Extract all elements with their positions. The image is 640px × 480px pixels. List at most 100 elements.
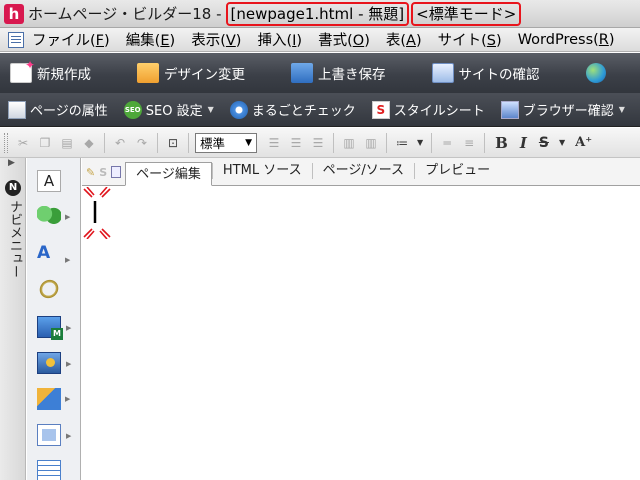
editor-tabs: ✎ S ページ編集 HTML ソース ページ/ソース プレビュー: [82, 158, 640, 186]
toolbar-divider: [188, 132, 189, 153]
bold-button[interactable]: B: [495, 134, 508, 152]
navi-menu-panel[interactable]: ▶ N ナビメニュー: [0, 158, 26, 480]
check-icon: [229, 100, 248, 119]
text-tool-button[interactable]: A: [37, 170, 61, 192]
tab-icons: ✎ S: [82, 159, 125, 185]
toolbar-divider: [431, 132, 433, 153]
paragraph-style-select[interactable]: 標準 ▼: [195, 132, 257, 153]
menu-format[interactable]: 書式(O): [318, 29, 370, 50]
chevron-right-icon: ▶: [66, 360, 72, 368]
redo-icon[interactable]: ↷: [134, 135, 150, 151]
outdent-icon[interactable]: ▥: [363, 135, 379, 151]
page-edit-area[interactable]: [82, 187, 640, 480]
tab-page-edit[interactable]: ページ編集: [125, 162, 212, 186]
tab-html-source[interactable]: HTML ソース: [213, 160, 312, 182]
design-change-button[interactable]: デザイン変更: [137, 63, 245, 83]
publish-button[interactable]: [585, 63, 611, 83]
list-icon[interactable]: ≔: [394, 135, 410, 151]
seo-settings-button[interactable]: SEO SEO 設定 ▼: [123, 100, 214, 119]
shapes-icon[interactable]: ▶: [37, 388, 70, 410]
seo-icon: SEO: [123, 100, 142, 119]
app-title: ホームページ・ビルダー18 -: [28, 5, 222, 23]
align-left-icon[interactable]: ☰: [266, 135, 282, 151]
tab-preview[interactable]: プレビュー: [415, 160, 500, 182]
toolbar-divider: [157, 132, 158, 153]
tool-palette: A ▶ A ▶ M ▶ ▶ ▶ ▶: [27, 158, 81, 480]
undo-icon[interactable]: ↶: [112, 135, 128, 151]
stylesheet-label: スタイルシート: [393, 104, 485, 119]
document-icon[interactable]: [111, 166, 122, 178]
document-icon[interactable]: [8, 31, 24, 48]
text-effect-icon[interactable]: A ▶: [37, 242, 70, 264]
page-attributes-icon: [8, 100, 26, 119]
paragraph-style-value: 標準: [200, 136, 226, 151]
users-tool-icon[interactable]: ▶: [37, 206, 70, 228]
menu-file[interactable]: ファイル(F): [32, 29, 110, 50]
menu-table[interactable]: 表(A): [386, 29, 422, 50]
chevron-right-icon: ▶: [65, 395, 71, 403]
align-center-icon[interactable]: ☰: [288, 135, 304, 151]
design-change-label: デザイン変更: [164, 67, 245, 83]
paste-icon[interactable]: ▤: [59, 135, 75, 151]
toolbar-divider: [386, 132, 387, 153]
menu-view[interactable]: 表示(V): [191, 29, 241, 50]
eraser-icon[interactable]: ◆: [81, 135, 97, 151]
site-check-label: サイトの確認: [458, 67, 540, 83]
layout-frame-icon[interactable]: ▶: [37, 424, 71, 446]
secondary-toolbar: ページの属性 SEO SEO 設定 ▼ まるごとチェック S スタイルシート ブ…: [0, 93, 640, 127]
strikethrough-button[interactable]: S: [539, 135, 549, 151]
site-check-icon: [431, 63, 454, 83]
cut-icon[interactable]: ✂: [15, 135, 31, 151]
globe-icon: [585, 63, 606, 83]
title-bar: h ホームページ・ビルダー18 - [newpage1.html - 無題] <…: [0, 0, 640, 28]
table-icon[interactable]: [37, 460, 61, 480]
toolbar-divider: [104, 132, 105, 153]
stylesheet-button[interactable]: S スタイルシート: [371, 100, 485, 119]
toolbar-divider: [484, 132, 486, 153]
align-right-icon[interactable]: ☰: [310, 135, 326, 151]
menu-wordpress[interactable]: WordPress(R): [518, 32, 615, 48]
picture-icon[interactable]: ▶: [37, 352, 71, 374]
new-page-label: 新規作成: [37, 67, 91, 83]
app-logo-icon[interactable]: h: [4, 3, 24, 24]
chevron-down-icon[interactable]: ▼: [417, 138, 423, 147]
italic-button[interactable]: I: [520, 134, 527, 152]
copy-icon[interactable]: ❐: [37, 135, 53, 151]
full-check-label: まるごとチェック: [251, 104, 356, 119]
new-page-button[interactable]: 新規作成: [10, 58, 91, 83]
seo-settings-label: SEO 設定: [145, 104, 203, 119]
pencil-icon[interactable]: ✎: [86, 166, 95, 179]
new-page-icon: [10, 58, 35, 83]
tab-page-source[interactable]: ページ/ソース: [313, 160, 414, 182]
save-label: 上書き保存: [318, 67, 386, 83]
s-icon[interactable]: S: [99, 166, 107, 179]
expand-arrow-icon[interactable]: ▶: [8, 158, 15, 168]
menu-insert[interactable]: 挿入(I): [257, 29, 302, 50]
toolbar-grip[interactable]: [4, 132, 8, 153]
navi-menu-label: ナビメニュー: [7, 200, 22, 278]
font-size-up-button[interactable]: A⁺: [575, 135, 592, 150]
break-icon[interactable]: ≡: [461, 135, 477, 151]
text-cursor-icon: [83, 187, 111, 239]
menu-edit[interactable]: 編集(E): [126, 29, 176, 50]
chevron-down-icon: ▼: [207, 105, 214, 114]
rule-icon[interactable]: ═: [439, 135, 455, 151]
browser-check-label: ブラウザー確認: [522, 104, 614, 119]
link-icon[interactable]: [32, 272, 66, 306]
indent-icon[interactable]: ▥: [341, 135, 357, 151]
chevron-down-icon[interactable]: ▼: [559, 138, 565, 147]
page-attributes-button[interactable]: ページの属性: [8, 100, 108, 119]
full-check-button[interactable]: まるごとチェック: [229, 100, 356, 119]
chevron-right-icon: ▶: [66, 324, 72, 332]
menu-bar: ファイル(F) 編集(E) 表示(V) 挿入(I) 書式(O) 表(A) サイト…: [0, 28, 640, 52]
toolbar-divider: [333, 132, 334, 153]
attributes-icon[interactable]: ⊡: [165, 135, 181, 151]
menu-site[interactable]: サイト(S): [438, 29, 502, 50]
design-icon: [137, 63, 159, 83]
site-check-button[interactable]: サイトの確認: [431, 63, 540, 83]
navi-badge-icon: N: [5, 180, 21, 196]
save-button[interactable]: 上書き保存: [291, 63, 386, 83]
image-tool-icon[interactable]: M ▶: [37, 316, 71, 340]
chevron-right-icon: ▶: [65, 256, 71, 264]
browser-check-button[interactable]: ブラウザー確認 ▼: [500, 100, 625, 119]
